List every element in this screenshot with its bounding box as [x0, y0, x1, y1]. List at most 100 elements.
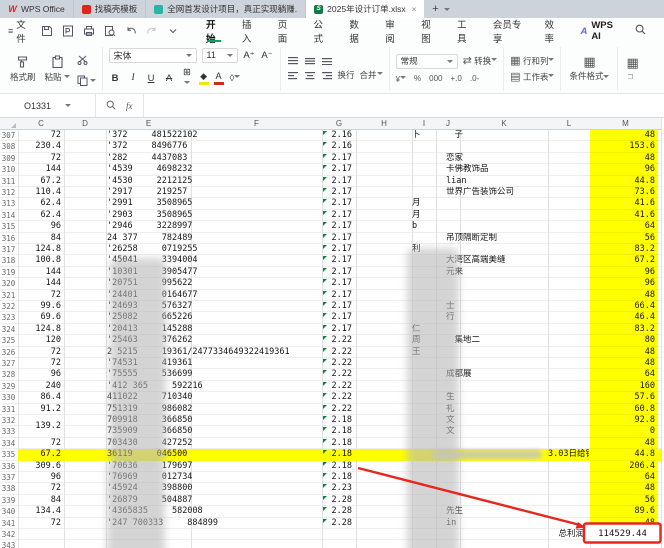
cell-m[interactable]: 73.6 — [590, 187, 658, 198]
cell-c[interactable]: 72 — [18, 483, 61, 494]
row-header[interactable]: 326 — [0, 347, 17, 358]
cell-customer[interactable]: 吊顶隔断定制 — [412, 233, 545, 244]
row-header[interactable]: 328 — [0, 369, 17, 380]
cell-c[interactable]: 84 — [18, 233, 61, 244]
cell-customer[interactable]: 恋家 — [412, 153, 545, 164]
menu-tab-4[interactable]: 数据 — [339, 18, 375, 44]
row-header[interactable]: 333 — [0, 426, 17, 437]
menu-tab-1[interactable]: 插入 — [232, 18, 268, 44]
cell-c[interactable]: 62.4 — [18, 198, 61, 209]
cell-m[interactable]: 96 — [590, 164, 658, 175]
italic-button[interactable]: I — [127, 73, 140, 83]
cell-c[interactable]: 240 — [18, 381, 61, 392]
copy-button[interactable] — [77, 75, 96, 86]
cell-m[interactable]: 48 — [590, 483, 658, 494]
cell-c[interactable]: 309.6 — [18, 461, 61, 472]
cell-c[interactable]: 72 — [18, 130, 61, 141]
cell-c[interactable]: 67.2 — [18, 449, 61, 460]
cell-e[interactable]: '29033508965 — [107, 210, 321, 221]
chevron-down-icon[interactable] — [444, 8, 450, 14]
cell-e[interactable]: '45302212125 — [107, 176, 321, 187]
cell-c[interactable]: 72 — [18, 358, 61, 369]
cell-m[interactable]: 41.6 — [590, 210, 658, 221]
strikethrough-button[interactable]: A — [163, 73, 176, 84]
align-left-icon[interactable] — [287, 71, 299, 80]
row-header[interactable]: 336 — [0, 461, 17, 472]
row-header[interactable]: 342 — [0, 529, 17, 540]
currency-format-button[interactable]: ¥ — [396, 73, 406, 84]
new-tab-button[interactable]: + — [432, 3, 438, 15]
cell-m[interactable]: 44.8 — [590, 176, 658, 187]
cell-c[interactable]: 100.8 — [18, 255, 61, 266]
cell-m[interactable]: 80 — [590, 335, 658, 346]
column-header-K[interactable]: K — [460, 118, 548, 130]
increase-font-button[interactable]: A⁺ — [243, 50, 256, 61]
cell-c[interactable]: 84 — [18, 495, 61, 506]
cell-c[interactable]: 62.4 — [18, 210, 61, 221]
cell-customer[interactable]: 卡佛教饰品 — [412, 164, 545, 175]
cell-m[interactable]: 83.2 — [590, 244, 658, 255]
cell-customer[interactable]: 月 — [412, 210, 545, 221]
cell-m[interactable]: 64 — [590, 472, 658, 483]
cell-m[interactable]: 56 — [590, 495, 658, 506]
column-header-D[interactable]: D — [64, 118, 106, 130]
cell-c[interactable]: 120 — [18, 335, 61, 346]
font-size-select[interactable]: 11 — [202, 48, 238, 63]
row-header[interactable]: 308 — [0, 141, 17, 152]
convert-button[interactable]: ⇄ 转换 — [463, 55, 498, 67]
cell-customer[interactable]: b — [412, 221, 545, 232]
tab-2[interactable]: 全网首发设计项目，真正实现躺赚. — [146, 0, 306, 18]
row-header[interactable]: 318 — [0, 255, 17, 266]
cell-c[interactable]: 72 — [18, 347, 61, 358]
row-header[interactable]: 331 — [0, 404, 17, 415]
font-color-button[interactable]: A — [214, 72, 224, 85]
cell-c[interactable]: 144 — [18, 164, 61, 175]
column-header-M[interactable]: M — [590, 118, 661, 130]
row-header[interactable]: 315 — [0, 221, 17, 232]
menu-tab-0[interactable]: 开始 — [196, 18, 232, 44]
row-header[interactable]: 307 — [0, 130, 17, 141]
menu-tab-9[interactable]: 效率 — [535, 18, 571, 44]
cell-m[interactable]: 89.6 — [590, 506, 658, 517]
cell-c[interactable]: 96 — [18, 472, 61, 483]
cell-c[interactable]: 144 — [18, 278, 61, 289]
cell-c[interactable]: 72 — [18, 290, 61, 301]
cell-m[interactable]: 83.2 — [590, 324, 658, 335]
cell-m[interactable]: 96 — [590, 278, 658, 289]
cell-c[interactable]: 69.6 — [18, 312, 61, 323]
align-right-icon[interactable] — [321, 71, 333, 80]
formula-input[interactable] — [144, 94, 664, 117]
menu-tab-2[interactable]: 页面 — [268, 18, 304, 44]
cell-c[interactable]: 139.2 — [18, 415, 61, 438]
paste-button[interactable]: 粘贴 — [43, 55, 72, 83]
search-icon[interactable] — [631, 24, 656, 38]
cell-m[interactable]: 48 — [590, 347, 658, 358]
fill-color-button[interactable]: ◆ — [199, 72, 209, 85]
align-middle-icon[interactable] — [304, 56, 316, 65]
column-header-J[interactable]: J — [436, 118, 460, 130]
save-icon[interactable] — [41, 25, 54, 38]
cell-m[interactable]: 48 — [590, 358, 658, 369]
cell-c[interactable]: 99.6 — [18, 301, 61, 312]
formula-search-icon[interactable] — [106, 100, 116, 112]
column-header-C[interactable]: C — [18, 118, 64, 130]
row-header[interactable]: 316 — [0, 233, 17, 244]
wrap-text-button[interactable]: 换行 — [338, 69, 355, 81]
worksheet-button[interactable]: ▤ 工作表 — [510, 71, 554, 83]
row-header[interactable]: 343 — [0, 540, 17, 548]
cell-e[interactable]: '372481522102 — [107, 130, 321, 141]
cell-l[interactable]: 3.03日给钱 — [548, 449, 589, 460]
row-header[interactable]: 329 — [0, 381, 17, 392]
cell-c[interactable]: 72 — [18, 438, 61, 449]
cell-e[interactable]: '2917219257 — [107, 187, 321, 198]
cell-customer[interactable]: 月 — [412, 198, 545, 209]
row-header[interactable]: 309 — [0, 153, 17, 164]
align-top-icon[interactable] — [287, 56, 299, 65]
cell-customer[interactable]: 卜子 — [412, 130, 545, 141]
row-header[interactable]: 313 — [0, 198, 17, 209]
total-value[interactable]: 114529.44 — [586, 529, 659, 540]
cell-c[interactable]: 134.4 — [18, 506, 61, 517]
cell-customer[interactable]: lian — [412, 176, 545, 187]
decrease-decimal-button[interactable]: .0- — [470, 74, 479, 83]
row-header[interactable]: 310 — [0, 164, 17, 175]
